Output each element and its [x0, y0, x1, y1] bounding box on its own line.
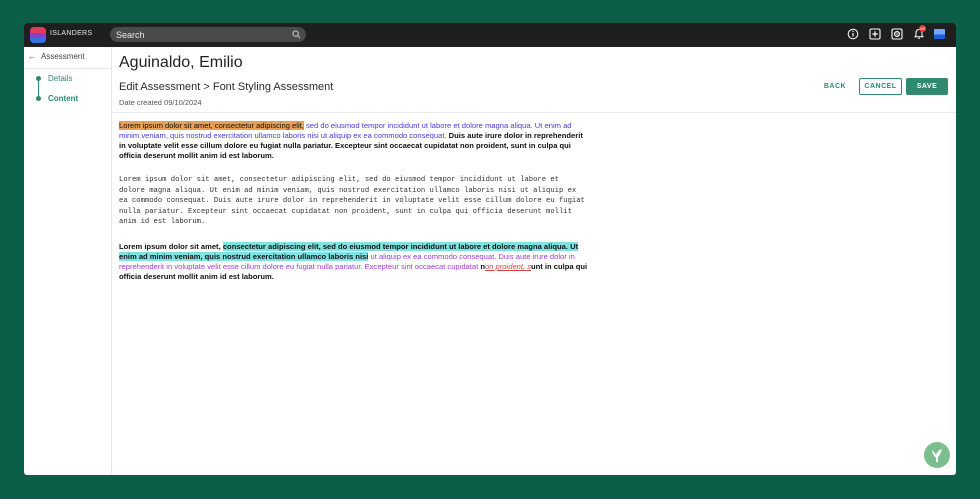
cancel-button[interactable]: CANCEL — [859, 78, 902, 95]
plain-text: Lorem ipsum dolor sit amet, — [119, 241, 221, 251]
step-dot-details — [36, 76, 41, 81]
editor-paragraph-2: Lorem ipsum dolor sit amet, consectetur … — [119, 176, 585, 226]
header-divider — [112, 112, 956, 113]
back-button[interactable]: BACK — [822, 82, 848, 92]
sidebar-item-content[interactable]: Content — [48, 94, 78, 103]
search-input[interactable] — [116, 28, 286, 41]
sidebar-divider — [24, 68, 112, 69]
sidebar: ← Assessment Details Content — [24, 47, 112, 475]
sidebar-back-label: Assessment — [41, 52, 85, 61]
info-icon[interactable] — [847, 28, 859, 40]
search-icon[interactable] — [292, 30, 301, 39]
top-bar: ISLANDERS 99 — [24, 23, 956, 47]
add-box-icon[interactable] — [869, 28, 881, 40]
help-bird-button[interactable] — [924, 442, 950, 468]
save-button[interactable]: SAVE — [906, 78, 948, 95]
flag-icon[interactable] — [934, 29, 945, 39]
islanders-logo[interactable] — [30, 27, 46, 43]
notification-badge: 99 — [919, 25, 926, 32]
highlighted-text-orange: Lorem ipsum dolor sit amet, consectetur … — [119, 121, 304, 130]
app-window: ISLANDERS 99 — [24, 23, 956, 475]
red-underlined-text: on proident, s — [485, 261, 532, 271]
sidebar-item-details[interactable]: Details — [48, 74, 72, 83]
settings-box-icon[interactable] — [891, 28, 903, 40]
editor-paragraph-3: Lorem ipsum dolor sit amet, consectetur … — [119, 241, 589, 282]
date-created: Date created 09/10/2024 — [119, 98, 202, 107]
rich-text-editor[interactable]: Lorem ipsum dolor sit amet, consectetur … — [119, 121, 589, 296]
page-title: Aguinaldo, Emilio — [119, 54, 243, 71]
brand-name: ISLANDERS — [50, 30, 93, 37]
step-dot-content — [36, 96, 41, 101]
main-content: Aguinaldo, Emilio Edit Assessment > Font… — [112, 47, 956, 475]
back-arrow-icon: ← — [28, 52, 36, 61]
search-bar[interactable] — [110, 27, 306, 42]
breadcrumb: Edit Assessment > Font Styling Assessmen… — [119, 81, 334, 93]
bird-icon — [932, 449, 942, 462]
editor-paragraph-1: Lorem ipsum dolor sit amet, consectetur … — [119, 121, 589, 161]
